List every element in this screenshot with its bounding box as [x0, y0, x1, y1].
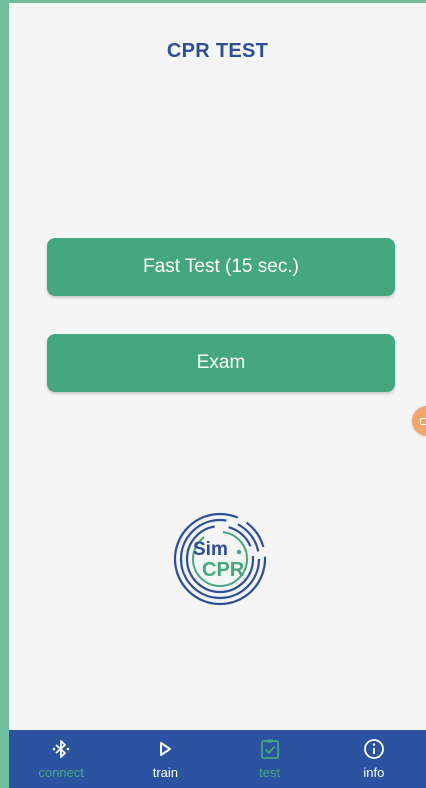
nav-label-train: train — [152, 765, 179, 780]
fast-test-button[interactable]: Fast Test (15 sec.) — [47, 238, 395, 296]
play-icon — [154, 738, 176, 760]
nav-item-info[interactable]: info — [322, 730, 426, 788]
clipboard-check-icon — [259, 738, 281, 760]
page-title: CPR TEST — [166, 40, 269, 62]
handle-icon — [420, 418, 426, 425]
logo-text-sim: Sim — [193, 539, 228, 560]
floating-side-handle[interactable] — [412, 406, 426, 436]
app-screen: CPR TEST Fast Test (15 sec.) Exam Sim CP… — [0, 0, 426, 788]
bottom-navigation: connect train test info — [9, 730, 426, 788]
nav-item-train[interactable]: train — [113, 730, 217, 788]
nav-label-test: test — [259, 765, 281, 780]
info-icon — [363, 738, 385, 760]
nav-item-test[interactable]: test — [218, 730, 322, 788]
nav-item-connect[interactable]: connect — [9, 730, 113, 788]
nav-label-connect: connect — [38, 765, 84, 780]
logo-text-cpr: CPR — [202, 559, 245, 581]
nav-label-info: info — [363, 765, 385, 780]
exam-button[interactable]: Exam — [47, 334, 395, 392]
bluetooth-icon — [50, 738, 72, 760]
